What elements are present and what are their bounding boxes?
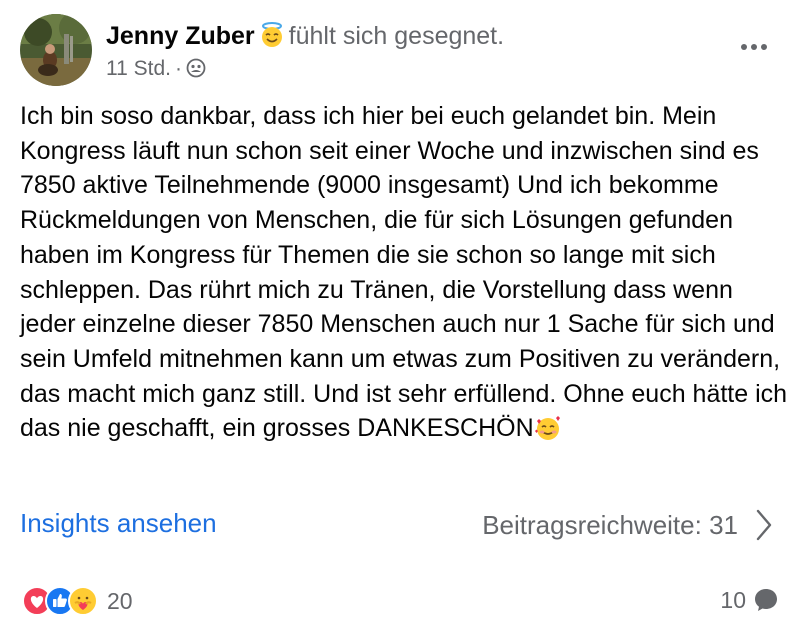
- comment-count: 10: [720, 586, 746, 613]
- author-name[interactable]: Jenny Zuber: [106, 22, 255, 50]
- reaction-count: 20: [107, 587, 133, 614]
- smiling-face-with-halo-icon: [259, 22, 285, 48]
- dot-icon: [761, 44, 767, 50]
- feeling-text: fühlt sich gesegnet.: [288, 22, 505, 50]
- post-timestamp[interactable]: 11 Std.: [106, 57, 171, 80]
- chevron-right-icon: [754, 508, 774, 542]
- post-reach-label: Beitragsreichweite: 31: [482, 509, 738, 540]
- author-line: Jenny Zuber fühlt sich gesegnet.: [106, 20, 504, 52]
- post-footer: 20 10: [20, 584, 780, 620]
- comments-summary[interactable]: 10: [720, 586, 780, 614]
- smiling-face-with-hearts-icon: [534, 414, 562, 442]
- audience-icon[interactable]: [186, 58, 206, 78]
- more-options-button[interactable]: [734, 34, 774, 60]
- post-text: Ich bin soso dankbar, dass ich hier bei …: [20, 99, 790, 446]
- post-header: Jenny Zuber fühlt sich gesegnet. 11 Std.…: [20, 14, 780, 86]
- post-text-content: Ich bin soso dankbar, dass ich hier bei …: [20, 102, 788, 443]
- post-reach[interactable]: Beitragsreichweite: 31: [482, 508, 774, 542]
- post-meta: 11 Std. ·: [106, 56, 206, 82]
- dot-icon: [751, 44, 757, 50]
- avatar[interactable]: [20, 14, 92, 86]
- care-reaction-icon: [68, 586, 98, 616]
- insights-link[interactable]: Insights ansehen: [20, 508, 217, 539]
- reactions-summary[interactable]: 20: [22, 586, 133, 616]
- meta-separator: ·: [175, 57, 182, 80]
- comment-bubble-icon: [752, 586, 780, 614]
- dot-icon: [741, 44, 747, 50]
